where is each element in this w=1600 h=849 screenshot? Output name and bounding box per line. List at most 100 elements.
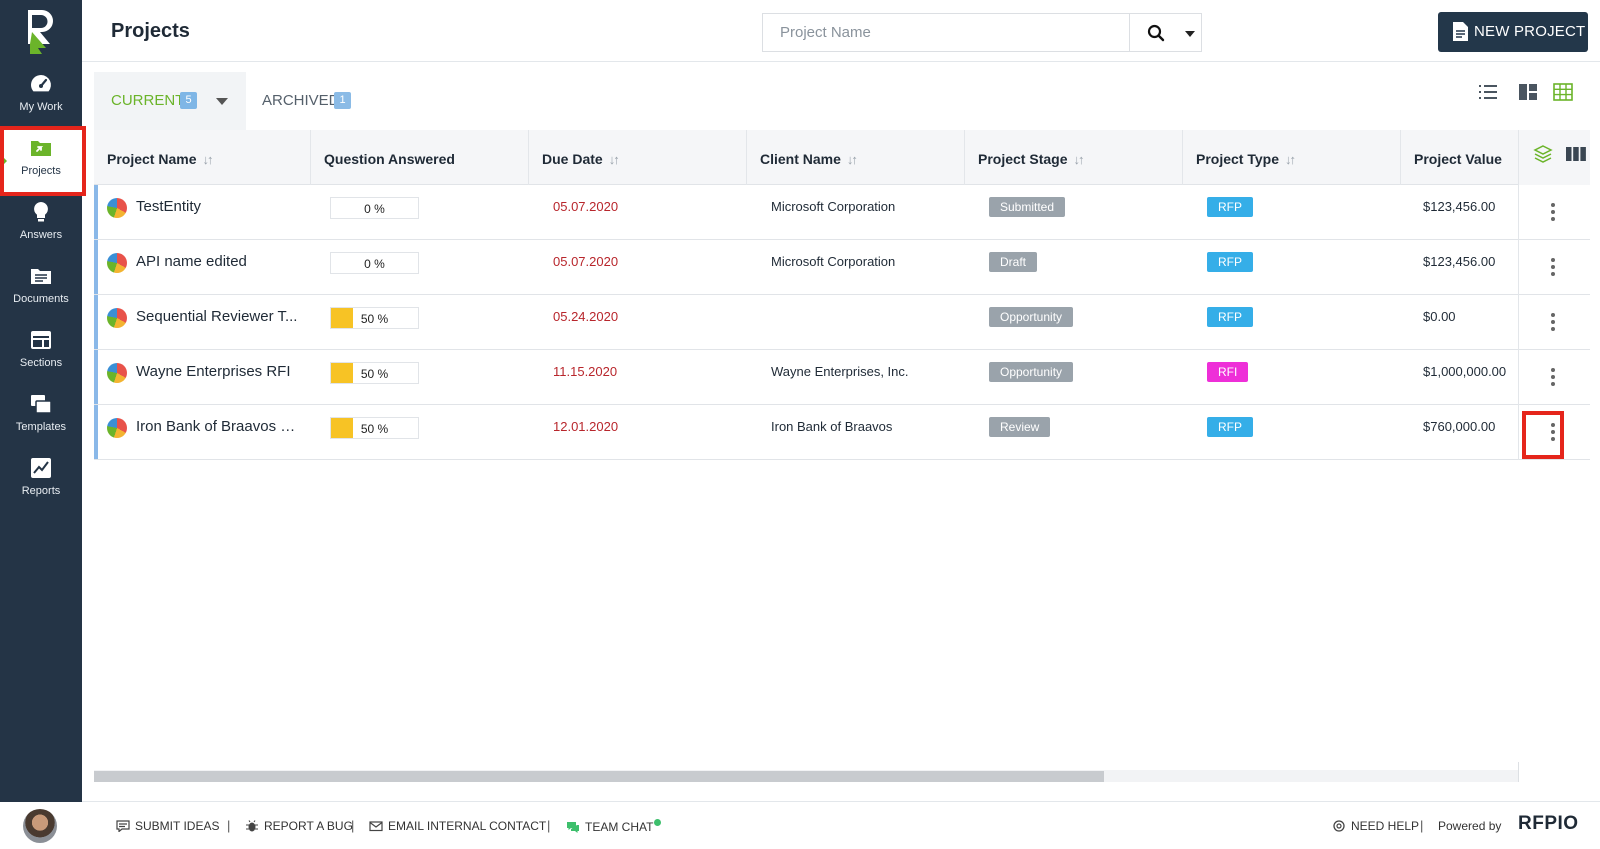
more-vertical-icon[interactable] (1551, 257, 1555, 277)
due-date-cell: 12.01.2020 (553, 419, 619, 434)
column-header-question-answered[interactable]: Question Answered (311, 130, 529, 185)
project-value-cell: $123,456.00 (1423, 254, 1496, 269)
project-name-link[interactable]: Sequential Reviewer T... (136, 308, 301, 325)
project-stage-cell: Submitted (989, 185, 1189, 240)
project-name-link[interactable]: Iron Bank of Braavos R... (136, 418, 301, 435)
powered-by-text: Powered by (1438, 819, 1502, 833)
more-vertical-icon[interactable] (1551, 312, 1555, 332)
rfpio-logo[interactable] (20, 8, 60, 54)
sidebar-item-label: Reports (21, 485, 61, 497)
column-header-project-name[interactable]: Project Name ↓↑ (94, 130, 311, 185)
sidebar-item-label: My Work (19, 101, 63, 113)
report-bug-link[interactable]: REPORT A BUG (245, 819, 353, 833)
team-chat-link[interactable]: TEAM CHAT (566, 819, 662, 834)
project-name-link[interactable]: Wayne Enterprises RFI (136, 363, 301, 380)
search-input[interactable] (762, 13, 1130, 52)
client-name-cell: Microsoft Corporation (771, 254, 896, 269)
table-row[interactable]: TestEntity 0 % 05.07.2020 Microsoft Corpora… (94, 185, 1590, 240)
horizontal-scrollbar[interactable] (94, 770, 1518, 782)
more-vertical-icon[interactable] (1551, 367, 1555, 387)
chevron-down-icon[interactable] (216, 98, 228, 105)
sidebar-item-templates[interactable]: Templates (0, 386, 82, 448)
chat-icon (567, 822, 579, 833)
table-row[interactable]: Iron Bank of Braavos R... 50 % 12.01.2020 I… (94, 405, 1590, 460)
project-stage-cell: Opportunity (989, 295, 1189, 350)
header: Projects NEW PROJECT (82, 0, 1600, 62)
stage-badge: Review (989, 417, 1051, 437)
grid-view-icon[interactable] (1553, 83, 1573, 101)
column-header-project-stage[interactable]: Project Stage ↓↑ (965, 130, 1183, 185)
table-row[interactable]: Wayne Enterprises RFI 50 % 11.15.2020 Wayne… (94, 350, 1590, 405)
layers-icon[interactable] (1533, 144, 1553, 164)
search-icon (1147, 24, 1165, 42)
tab-current-label: CURRENT (111, 92, 185, 109)
row-actions-menu[interactable] (1518, 240, 1590, 295)
mail-icon (369, 821, 383, 832)
project-name-cell[interactable]: Wayne Enterprises RFI (107, 350, 302, 405)
search-button[interactable] (1129, 13, 1202, 52)
progress-bar: 0 % (330, 252, 419, 274)
avatar[interactable] (23, 809, 57, 843)
tab-current-count: 5 (180, 92, 197, 109)
page-title: Projects (111, 20, 190, 42)
more-vertical-icon[interactable] (1551, 202, 1555, 222)
sort-icon[interactable]: ↓↑ (609, 152, 620, 167)
project-name-link[interactable]: API name edited (136, 253, 301, 270)
row-actions-menu[interactable] (1518, 295, 1590, 350)
email-contact-link[interactable]: EMAIL INTERNAL CONTACT (369, 819, 546, 833)
project-name-cell[interactable]: API name edited (107, 240, 302, 295)
column-header-project-type[interactable]: Project Type ↓↑ (1183, 130, 1401, 185)
rfpio-brand-logo[interactable]: RFPIO (1518, 813, 1579, 835)
new-project-button[interactable]: NEW PROJECT (1438, 12, 1588, 52)
project-name-cell[interactable]: Iron Bank of Braavos R... (107, 405, 302, 460)
row-actions-menu[interactable] (1518, 185, 1590, 240)
sidebar-item-label: Answers (19, 229, 63, 241)
sections-icon (31, 331, 51, 349)
row-actions-menu[interactable] (1518, 405, 1590, 460)
question-answered-cell: 0 % (330, 240, 420, 295)
gauge-icon (31, 75, 51, 92)
sidebar-item-sections[interactable]: Sections (0, 322, 82, 384)
need-help-link[interactable]: NEED HELP (1332, 819, 1419, 833)
sort-icon[interactable]: ↓↑ (1285, 152, 1296, 167)
lightbulb-icon (34, 202, 48, 222)
table-row[interactable]: Sequential Reviewer T... 50 % 05.24.2020 Op… (94, 295, 1590, 350)
project-stage-cell: Opportunity (989, 350, 1189, 405)
board-view-icon[interactable] (1518, 83, 1538, 101)
templates-icon (31, 395, 52, 414)
tab-current[interactable]: CURRENT 5 (94, 72, 246, 130)
scrollbar-thumb[interactable] (94, 771, 1104, 782)
sidebar-item-my-work[interactable]: My Work (0, 66, 82, 128)
type-badge: RFI (1207, 362, 1249, 382)
divider: | (227, 818, 231, 833)
project-name-cell[interactable]: TestEntity (107, 185, 302, 240)
row-actions-menu[interactable] (1518, 350, 1590, 405)
tab-archived-label: ARCHIVED (262, 92, 340, 109)
column-header-project-value[interactable]: Project Value (1401, 130, 1518, 185)
sidebar-item-documents[interactable]: Documents (0, 258, 82, 320)
sort-icon[interactable]: ↓↑ (847, 152, 858, 167)
sort-icon[interactable]: ↓↑ (1073, 152, 1084, 167)
project-name-link[interactable]: TestEntity (136, 198, 301, 215)
online-status-dot (654, 819, 662, 826)
column-header-client-name[interactable]: Client Name ↓↑ (747, 130, 965, 185)
sidebar-item-projects[interactable]: Projects (0, 130, 82, 192)
submit-ideas-link[interactable]: SUBMIT IDEAS (116, 819, 219, 833)
list-view-icon[interactable] (1478, 83, 1498, 101)
comment-icon (116, 820, 130, 832)
project-name-cell[interactable]: Sequential Reviewer T... (107, 295, 302, 350)
divider: | (547, 818, 551, 833)
project-type-cell: RFP (1207, 240, 1407, 295)
sidebar-item-reports[interactable]: Reports (0, 450, 82, 512)
sort-icon[interactable]: ↓↑ (202, 152, 213, 167)
sidebar-item-answers[interactable]: Answers (0, 194, 82, 256)
progress-label: 0 % (364, 202, 385, 216)
sidebar-item-label: Sections (19, 357, 63, 369)
user-profile-area (0, 802, 82, 849)
chevron-down-icon[interactable] (1185, 31, 1195, 37)
columns-icon[interactable] (1565, 146, 1587, 162)
column-header-due-date[interactable]: Due Date ↓↑ (529, 130, 747, 185)
more-vertical-icon[interactable] (1551, 422, 1555, 442)
table-row[interactable]: API name edited 0 % 05.07.2020 Microsoft Co… (94, 240, 1590, 295)
tab-archived[interactable]: ARCHIVED 1 (246, 72, 366, 130)
